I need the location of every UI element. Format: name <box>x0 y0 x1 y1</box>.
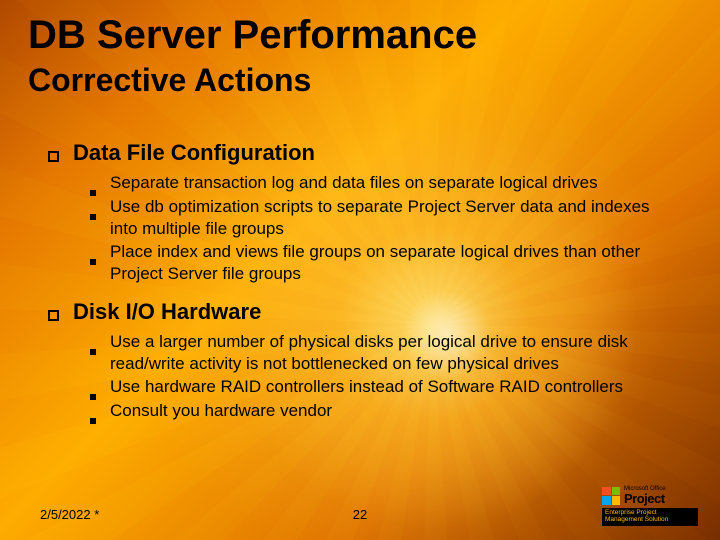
bullet-square-filled-icon <box>90 349 96 355</box>
list-item-text: Use a larger number of physical disks pe… <box>110 331 680 375</box>
list-item-text: Use db optimization scripts to separate … <box>110 196 680 240</box>
list-item: Place index and views file groups on sep… <box>90 241 680 285</box>
bullet-square-filled-icon <box>90 190 96 196</box>
list-item: Use a larger number of physical disks pe… <box>90 331 680 375</box>
section-heading: Data File Configuration <box>73 140 315 166</box>
section-heading: Disk I/O Hardware <box>73 299 261 325</box>
microsoft-icon <box>602 487 620 505</box>
footer-date: 2/5/2022 * <box>40 507 99 522</box>
ms-project-logo: Microsoft Office Project Enterprise Proj… <box>602 486 698 526</box>
content-body: Data File Configuration Separate transac… <box>48 140 680 436</box>
slide: DB Server Performance Corrective Actions… <box>0 0 720 540</box>
footer-page-number: 22 <box>353 507 367 522</box>
list-item: Use hardware RAID controllers instead of… <box>90 376 680 398</box>
list-item: Use db optimization scripts to separate … <box>90 196 680 240</box>
bullet-square-filled-icon <box>90 418 96 424</box>
list-item-text: Consult you hardware vendor <box>110 400 332 422</box>
list-item: Separate transaction log and data files … <box>90 172 680 194</box>
logo-product: Project <box>624 492 666 505</box>
list-item-text: Place index and views file groups on sep… <box>110 241 680 285</box>
logo-tagline-line2: Management Solution <box>605 516 668 523</box>
bullet-square-filled-icon <box>90 214 96 220</box>
bullet-square-outline-icon <box>48 310 59 321</box>
logo-tagline: Enterprise Project Management Solution <box>602 508 698 526</box>
slide-title: DB Server Performance <box>28 14 477 56</box>
list-item-text: Use hardware RAID controllers instead of… <box>110 376 623 398</box>
bullet-square-filled-icon <box>90 394 96 400</box>
section-data-file-config: Data File Configuration Separate transac… <box>48 140 680 285</box>
list-item-text: Separate transaction log and data files … <box>110 172 598 194</box>
list-item: Consult you hardware vendor <box>90 400 680 422</box>
slide-subtitle: Corrective Actions <box>28 62 311 99</box>
bullet-square-filled-icon <box>90 259 96 265</box>
bullet-square-outline-icon <box>48 151 59 162</box>
section-disk-io-hardware: Disk I/O Hardware Use a larger number of… <box>48 299 680 422</box>
